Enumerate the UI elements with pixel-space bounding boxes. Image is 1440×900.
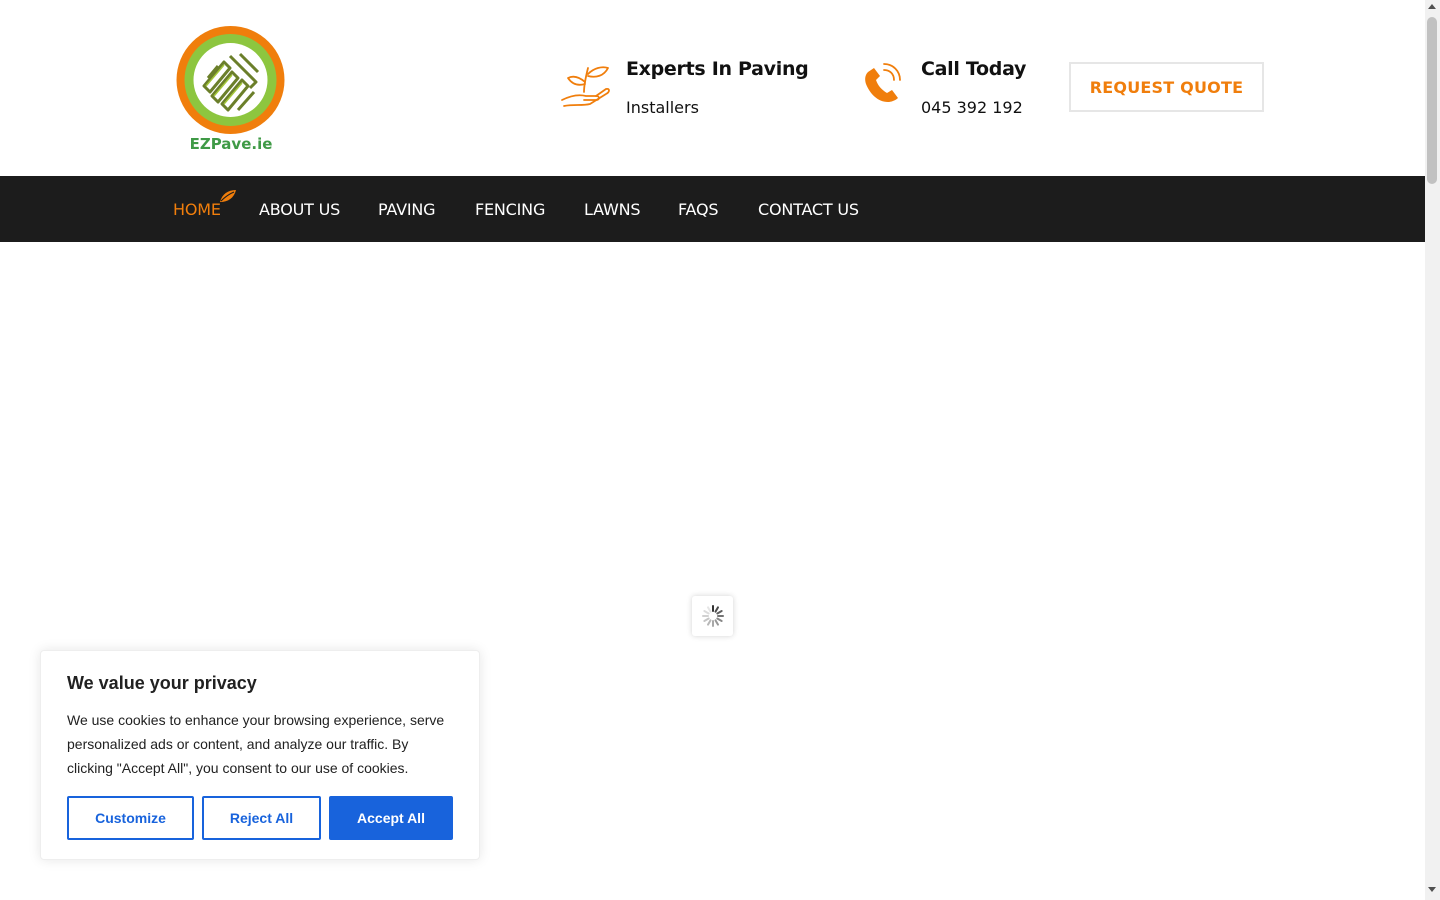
call-info: Call Today 045 392 192	[860, 56, 1050, 126]
scroll-up-arrow-icon[interactable]	[1428, 4, 1436, 9]
nav-item-about-us[interactable]: ABOUT US	[259, 200, 340, 219]
nav-item-home[interactable]: HOME	[173, 200, 221, 219]
nav-item-lawns[interactable]: LAWNS	[584, 200, 641, 219]
vertical-scrollbar[interactable]	[1425, 0, 1440, 900]
experts-title: Experts In Paving	[626, 58, 809, 80]
experts-subtitle: Installers	[626, 98, 699, 117]
cookie-consent-banner: We value your privacy We use cookies to …	[40, 650, 480, 860]
page: EZPave.ie Experts In Paving Installers C…	[0, 0, 1425, 900]
spinner-icon	[701, 605, 724, 627]
ezpave-logo[interactable]: EZPave.ie	[172, 22, 290, 154]
logo-text: EZPave.ie	[190, 135, 273, 153]
loading-spinner	[692, 596, 733, 636]
customize-button[interactable]: Customize	[67, 796, 194, 840]
site-header: EZPave.ie Experts In Paving Installers C…	[0, 0, 1425, 176]
experts-info: Experts In Paving Installers	[560, 56, 809, 126]
request-quote-button[interactable]: REQUEST QUOTE	[1069, 62, 1264, 112]
call-title: Call Today	[921, 58, 1027, 80]
nav-item-paving[interactable]: PAVING	[378, 200, 436, 219]
nav-item-fencing[interactable]: FENCING	[475, 200, 545, 219]
reject-all-button[interactable]: Reject All	[202, 796, 321, 840]
scrollbar-thumb[interactable]	[1427, 17, 1437, 184]
phone-icon	[865, 63, 901, 102]
leaf-icon	[220, 190, 236, 202]
nav-item-contact-us[interactable]: CONTACT US	[758, 200, 859, 219]
accept-all-button[interactable]: Accept All	[329, 796, 453, 840]
cookie-description: We use cookies to enhance your browsing …	[67, 712, 445, 776]
call-phone[interactable]: 045 392 192	[921, 98, 1023, 117]
nav-item-faqs[interactable]: FAQS	[678, 200, 719, 219]
scroll-down-arrow-icon[interactable]	[1428, 887, 1436, 892]
plant-hand-icon	[561, 66, 610, 107]
main-nav: HOME ABOUT US PAVING FENCING LAWNS FAQS …	[0, 176, 1425, 242]
cookie-title: We value your privacy	[67, 673, 257, 693]
